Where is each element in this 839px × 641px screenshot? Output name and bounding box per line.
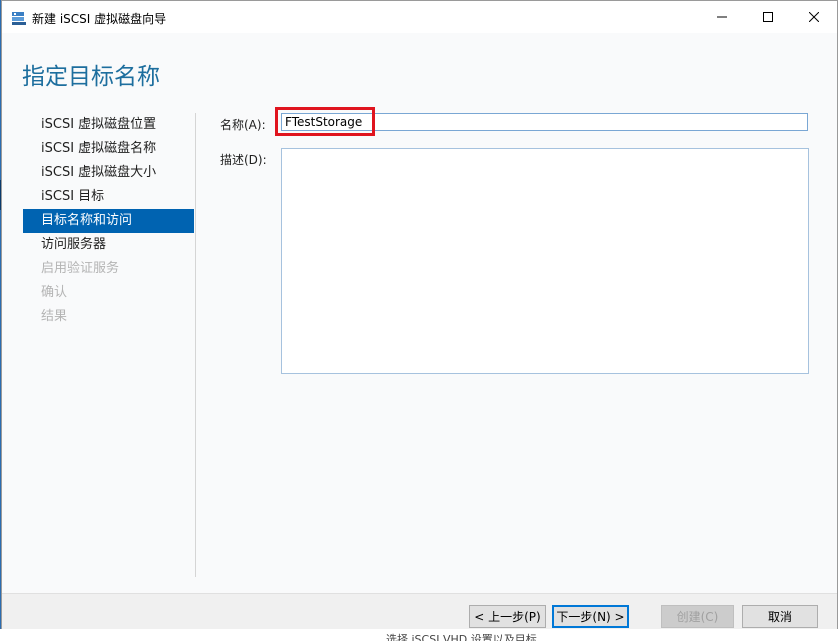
step-results: 结果 xyxy=(41,309,68,324)
description-label: 描述(D): xyxy=(220,153,267,167)
step-vdisk-location[interactable]: iSCSI 虚拟磁盘位置 xyxy=(23,113,194,137)
window-title: 新建 iSCSI 虚拟磁盘向导 xyxy=(32,12,167,26)
maximize-button[interactable] xyxy=(745,1,791,33)
step-enable-auth: 启用验证服务 xyxy=(41,261,120,276)
next-button[interactable]: 下一步(N) > xyxy=(552,605,629,628)
step-iscsi-target[interactable]: iSCSI 目标 xyxy=(23,185,194,209)
description-textarea[interactable] xyxy=(281,148,809,374)
desktop-background-strip: 选择 iSCSI VHD 设置以及目标 xyxy=(0,629,839,641)
background-caption: 选择 iSCSI VHD 设置以及目标 xyxy=(386,633,537,641)
step-vdisk-name[interactable]: iSCSI 虚拟磁盘名称 xyxy=(23,137,194,161)
previous-button[interactable]: < 上一步(P) xyxy=(469,605,546,628)
create-button: 创建(C) xyxy=(661,605,734,628)
name-input[interactable] xyxy=(281,113,808,131)
step-target-name-access[interactable]: 目标名称和访问 xyxy=(23,209,194,233)
wizard-app-icon xyxy=(11,10,27,26)
step-confirmation: 确认 xyxy=(41,285,68,300)
wizard-window: 新建 iSCSI 虚拟磁盘向导 指定目标名称 iSCSI 虚拟磁盘位置 iSCS… xyxy=(1,0,838,629)
step-navigation: iSCSI 虚拟磁盘位置 iSCSI 虚拟磁盘名称 iSCSI 虚拟磁盘大小 i… xyxy=(23,113,194,329)
name-label: 名称(A): xyxy=(220,118,266,132)
nav-divider xyxy=(195,113,196,577)
maximize-icon xyxy=(763,12,773,22)
minimize-icon xyxy=(717,16,727,18)
close-button[interactable] xyxy=(791,1,837,33)
close-icon xyxy=(809,12,819,22)
minimize-button[interactable] xyxy=(699,1,745,33)
page-title: 指定目标名称 xyxy=(22,64,160,90)
step-access-servers[interactable]: 访问服务器 xyxy=(23,233,194,257)
title-bar[interactable]: 新建 iSCSI 虚拟磁盘向导 xyxy=(2,1,837,33)
cancel-button[interactable]: 取消 xyxy=(742,605,818,628)
step-vdisk-size[interactable]: iSCSI 虚拟磁盘大小 xyxy=(23,161,194,185)
